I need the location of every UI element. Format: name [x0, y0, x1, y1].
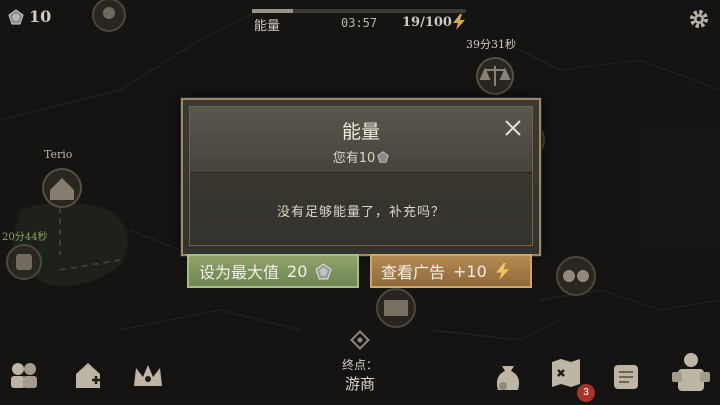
dialog-frame: 能量 您有10 没有足够能量了，补充吗？ [189, 106, 533, 246]
dialog-title: 能量 [341, 121, 380, 143]
lightning-bolt-icon [453, 14, 465, 30]
inventory-icon[interactable] [668, 350, 714, 396]
gear-icon[interactable] [688, 8, 710, 30]
energy-dialog: 能量 您有10 没有足够能量了，补充吗？ [181, 98, 541, 256]
destination-info: 终点： 游商 [322, 330, 398, 394]
map-timer-top-right: 39分31秒 [466, 38, 516, 51]
energy-progress-fill [252, 9, 293, 13]
set-max-cost: 20 [287, 261, 308, 281]
location-name-terio: Terio [44, 148, 73, 161]
map-timer-left: 20分44秒 [2, 232, 48, 243]
set-max-button[interactable]: 设为最大值 20 [187, 254, 359, 288]
gem-count-value: 10 [29, 7, 52, 26]
energy-refill-timer: 03:57 [341, 16, 378, 30]
mail-badge: 3 [577, 384, 595, 402]
dialog-subtitle-text: 您有10 [332, 151, 376, 166]
watch-ad-reward: +10 [453, 261, 487, 281]
energy-count: 19/100 [402, 15, 452, 30]
gem-icon [315, 262, 332, 279]
watch-ad-button[interactable]: 查看广告 +10 [370, 254, 532, 288]
loot-bag-icon[interactable] [490, 360, 526, 394]
destination-marker-icon [350, 330, 370, 350]
gem-icon [377, 150, 389, 163]
dialog-header: 能量 您有10 [190, 107, 532, 173]
close-icon[interactable] [504, 119, 522, 137]
build-icon[interactable] [70, 358, 106, 392]
set-max-label: 设为最大值 [199, 263, 280, 282]
crown-icon[interactable] [130, 360, 166, 394]
map-icon[interactable] [548, 356, 584, 390]
gem-counter: 10 [8, 7, 51, 26]
destination-label: 终点： [341, 358, 378, 372]
scroll-icon[interactable] [608, 360, 644, 394]
dialog-subtitle: 您有10 [190, 147, 532, 166]
lightning-bolt-icon [495, 262, 509, 280]
energy-label: 能量 [254, 19, 281, 34]
watch-ad-label: 查看广告 [381, 263, 446, 282]
energy-progress-bar [252, 9, 466, 13]
destination-name: 游商 [344, 375, 375, 393]
gem-icon [8, 8, 24, 24]
party-icon[interactable] [6, 358, 42, 392]
dialog-message: 没有足够能量了，补充吗？ [276, 205, 445, 220]
